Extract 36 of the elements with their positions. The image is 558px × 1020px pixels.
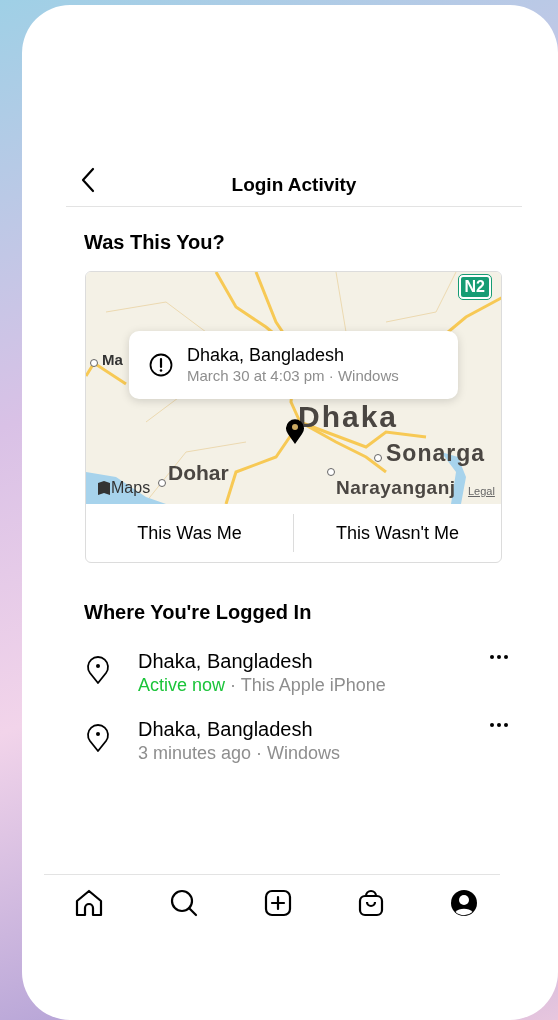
place-label: Sonarga bbox=[386, 442, 486, 465]
more-options-icon[interactable] bbox=[490, 655, 508, 659]
place-label: Dhaka bbox=[298, 402, 399, 432]
location-pin-icon bbox=[86, 655, 110, 685]
town-dot-icon bbox=[90, 359, 98, 367]
session-location: Dhaka, Bangladesh bbox=[138, 717, 314, 743]
place-label: Narayanganj bbox=[336, 478, 456, 497]
create-post-icon[interactable] bbox=[264, 889, 292, 917]
section-heading: Where You're Logged In bbox=[84, 600, 313, 625]
map-view[interactable]: Ma Dhaka Sonarga Dohar Narayanganj N2 Maps Legal Dhaka, Bangladesh March 30 at 4:03 pm · Windows bbox=[86, 272, 501, 504]
home-icon[interactable] bbox=[74, 889, 104, 917]
session-location: Dhaka, Bangladesh bbox=[138, 649, 314, 674]
confirm-button[interactable]: This Was Me bbox=[86, 514, 293, 552]
search-icon[interactable] bbox=[170, 889, 198, 917]
session-detail: 3 minutes ago · Windows bbox=[138, 742, 341, 766]
place-label: Dohar bbox=[168, 462, 229, 483]
back-button[interactable] bbox=[80, 167, 96, 193]
town-dot-icon bbox=[158, 479, 166, 487]
legal-link[interactable]: Legal bbox=[468, 483, 495, 500]
town-dot-icon bbox=[327, 468, 335, 476]
place-label: Ma bbox=[102, 352, 123, 367]
popup-location: Dhaka, Bangladesh bbox=[187, 345, 346, 367]
road-sign: N2 bbox=[458, 275, 491, 299]
map-attribution: Maps bbox=[111, 478, 151, 498]
section-heading: Was This You? bbox=[84, 230, 226, 255]
maps-logo-icon bbox=[98, 481, 110, 495]
popup-detail: March 30 at 4:03 pm · Windows bbox=[187, 366, 399, 385]
page-title: Login Activity bbox=[231, 173, 357, 198]
shopping-bag-icon[interactable] bbox=[358, 889, 384, 917]
more-options-icon[interactable] bbox=[490, 723, 508, 728]
confirm-button[interactable]: This Wasn't Me bbox=[293, 514, 501, 552]
profile-icon[interactable] bbox=[450, 889, 478, 917]
session-detail: Active now · This Apple iPhone bbox=[138, 674, 386, 697]
location-pin-icon bbox=[86, 723, 110, 754]
warning-icon bbox=[149, 353, 173, 377]
town-dot-icon bbox=[374, 454, 382, 462]
